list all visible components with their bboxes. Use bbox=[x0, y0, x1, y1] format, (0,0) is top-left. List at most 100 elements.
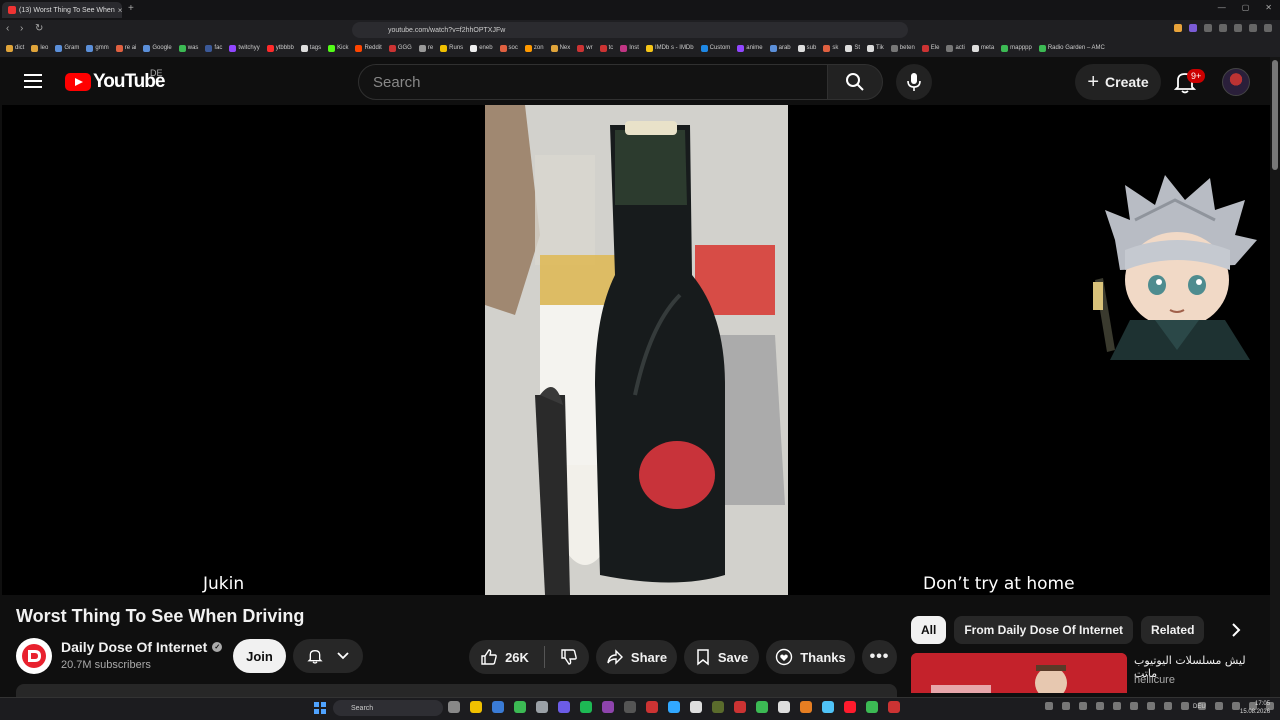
taskbar-app-icon[interactable] bbox=[888, 701, 900, 713]
profile-icon[interactable] bbox=[1249, 24, 1257, 32]
scrollbar-thumb[interactable] bbox=[1272, 60, 1278, 170]
bookmark-item[interactable]: zon bbox=[524, 44, 544, 52]
like-count[interactable]: 26K bbox=[505, 650, 529, 665]
bookmark-item[interactable]: Runs bbox=[440, 44, 463, 52]
bookmark-item[interactable]: sk bbox=[823, 44, 838, 52]
taskbar-app-icon[interactable] bbox=[734, 701, 746, 713]
search-button[interactable] bbox=[827, 64, 883, 100]
tray-icon[interactable] bbox=[1113, 702, 1121, 710]
taskbar-app-icon[interactable] bbox=[844, 701, 856, 713]
video-frame[interactable] bbox=[485, 105, 788, 595]
bookmark-item[interactable]: Inst bbox=[620, 44, 639, 52]
extension-icon[interactable] bbox=[1189, 24, 1197, 32]
bookmark-item[interactable]: dict bbox=[6, 44, 24, 52]
taskbar-app-icon[interactable] bbox=[712, 701, 724, 713]
recommended-video-channel[interactable]: hellicure bbox=[1134, 674, 1175, 686]
keyboard-language[interactable]: DEU bbox=[1193, 704, 1206, 710]
taskbar-app-icon[interactable] bbox=[492, 701, 504, 713]
bookmark-item[interactable]: wr bbox=[577, 44, 593, 52]
bookmark-item[interactable]: twitchyy bbox=[229, 44, 260, 52]
bookmark-item[interactable]: Custom bbox=[700, 44, 730, 52]
bookmark-item[interactable]: St bbox=[845, 44, 860, 52]
thanks-button[interactable]: Thanks bbox=[766, 640, 855, 674]
taskbar-app-icon[interactable] bbox=[646, 701, 658, 713]
windows-start-icon[interactable] bbox=[314, 702, 326, 714]
filter-chip[interactable]: Related bbox=[1141, 616, 1205, 644]
filter-chip[interactable]: From Daily Dose Of Internet bbox=[954, 616, 1134, 644]
channel-name[interactable]: Daily Dose Of Internet bbox=[61, 639, 207, 655]
new-tab-button[interactable]: + bbox=[128, 3, 134, 14]
taskbar-app-icon[interactable] bbox=[778, 701, 790, 713]
bookmark-item[interactable]: ytbbbb bbox=[266, 44, 294, 52]
taskbar-app-icon[interactable] bbox=[800, 701, 812, 713]
tray-icon[interactable] bbox=[1045, 702, 1053, 710]
subscription-notifications-button[interactable] bbox=[293, 639, 363, 673]
bookmark-item[interactable]: beten bbox=[890, 44, 915, 52]
extension-icon[interactable] bbox=[1174, 24, 1182, 32]
thumbs-down-icon[interactable] bbox=[560, 648, 578, 666]
description-box[interactable] bbox=[16, 684, 897, 698]
account-avatar[interactable] bbox=[1222, 68, 1250, 96]
tray-icon[interactable] bbox=[1130, 702, 1138, 710]
bookmark-item[interactable]: tags bbox=[300, 44, 321, 52]
taskbar-clock[interactable]: 17:05 15.08.2026 bbox=[1240, 700, 1270, 716]
tray-icon[interactable] bbox=[1079, 702, 1087, 710]
more-actions-button[interactable]: ••• bbox=[862, 640, 897, 674]
taskbar-app-icon[interactable] bbox=[558, 701, 570, 713]
taskbar-app-icon[interactable] bbox=[624, 701, 636, 713]
sidebar-icon[interactable] bbox=[1234, 24, 1242, 32]
reload-icon[interactable]: ↻ bbox=[35, 23, 43, 34]
bookmark-item[interactable]: Nex bbox=[550, 44, 570, 52]
bookmark-item[interactable]: acti bbox=[946, 44, 965, 52]
back-arrow-icon[interactable]: ‹ bbox=[6, 23, 9, 34]
tray-icon[interactable] bbox=[1147, 702, 1155, 710]
join-button[interactable]: Join bbox=[233, 639, 286, 673]
tray-icon[interactable] bbox=[1181, 702, 1189, 710]
taskbar-app-icon[interactable] bbox=[602, 701, 614, 713]
forward-arrow-icon[interactable]: › bbox=[20, 23, 23, 34]
recommended-video-thumbnail[interactable] bbox=[911, 653, 1127, 693]
tray-icon[interactable] bbox=[1232, 702, 1240, 710]
taskbar-app-icon[interactable] bbox=[822, 701, 834, 713]
menu-icon[interactable] bbox=[1264, 24, 1272, 32]
extension-icon[interactable] bbox=[1219, 24, 1227, 32]
bookmark-item[interactable]: Kick bbox=[328, 44, 348, 52]
bookmark-item[interactable]: Google bbox=[143, 44, 172, 52]
taskbar-app-icon[interactable] bbox=[580, 701, 592, 713]
bookmark-item[interactable]: was bbox=[178, 44, 198, 52]
share-button[interactable]: Share bbox=[596, 640, 677, 674]
bookmark-item[interactable]: Tik bbox=[867, 44, 884, 52]
bookmark-item[interactable]: arab bbox=[769, 44, 791, 52]
taskbar-app-icon[interactable] bbox=[448, 701, 460, 713]
save-button[interactable]: Save bbox=[684, 640, 759, 674]
taskbar-app-icon[interactable] bbox=[514, 701, 526, 713]
bookmark-item[interactable]: re bbox=[418, 44, 433, 52]
bookmark-item[interactable]: sub bbox=[797, 44, 816, 52]
tray-icon[interactable] bbox=[1215, 702, 1223, 710]
taskbar-app-icon[interactable] bbox=[668, 701, 680, 713]
hamburger-menu-icon[interactable] bbox=[24, 74, 42, 88]
bookmark-item[interactable]: anime bbox=[737, 44, 763, 52]
extension-icon[interactable] bbox=[1204, 24, 1212, 32]
taskbar-app-icon[interactable] bbox=[470, 701, 482, 713]
taskbar-search[interactable]: Search bbox=[333, 700, 443, 716]
bookmark-item[interactable]: soc bbox=[499, 44, 518, 52]
bookmark-item[interactable]: Gram bbox=[55, 44, 79, 52]
bookmark-item[interactable]: Radio Garden – AMC bbox=[1038, 44, 1105, 52]
tab-close-icon[interactable]: × bbox=[118, 6, 122, 15]
bookmark-item[interactable]: tc bbox=[599, 44, 613, 52]
bookmark-item[interactable]: fac bbox=[205, 44, 222, 52]
taskbar-app-icon[interactable] bbox=[536, 701, 548, 713]
bookmark-item[interactable]: Ele bbox=[921, 44, 939, 52]
taskbar-app-icon[interactable] bbox=[756, 701, 768, 713]
bookmark-item[interactable]: Reddit bbox=[355, 44, 382, 52]
browser-tab[interactable]: (13) Worst Thing To See When × bbox=[2, 2, 122, 18]
bookmark-item[interactable]: mapppp bbox=[1001, 44, 1032, 52]
create-button[interactable]: + Create bbox=[1075, 64, 1161, 100]
bookmark-item[interactable]: eneb bbox=[470, 44, 493, 52]
channel-avatar[interactable] bbox=[16, 638, 52, 674]
maximize-button[interactable]: ▢ bbox=[1242, 3, 1250, 12]
filter-chip[interactable]: All bbox=[911, 616, 947, 644]
tray-icon[interactable] bbox=[1164, 702, 1172, 710]
search-input[interactable]: Search bbox=[358, 64, 828, 100]
